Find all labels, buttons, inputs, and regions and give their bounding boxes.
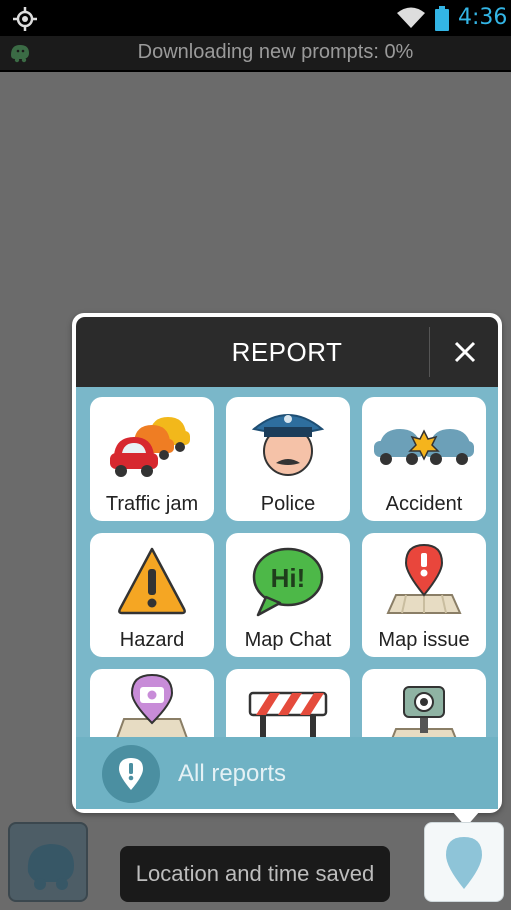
map-issue-icon xyxy=(386,543,462,614)
accident-icon xyxy=(374,429,474,465)
svg-text:Hi!: Hi! xyxy=(271,563,306,593)
police-icon xyxy=(251,414,325,476)
report-header: REPORT xyxy=(76,317,498,387)
report-button[interactable] xyxy=(424,822,504,902)
report-pin-icon xyxy=(446,837,482,889)
gps-icon xyxy=(12,6,38,36)
menu-button[interactable] xyxy=(8,822,88,902)
report-grid: Traffic jam Police Accident Hazard Hi! M… xyxy=(76,387,498,737)
tile-accident[interactable]: Accident xyxy=(362,397,486,521)
tile-map-chat[interactable]: Hi! Map Chat xyxy=(226,533,350,657)
tile-label: Traffic jam xyxy=(105,493,199,515)
header-divider xyxy=(429,327,430,377)
notification-text: Downloading new prompts: 0% xyxy=(137,41,414,63)
tile-label: Map Chat xyxy=(244,629,332,651)
tile-speed-camera[interactable] xyxy=(362,669,486,737)
notification-bar: Downloading new prompts: 0% xyxy=(0,36,511,72)
all-reports-icon-circle xyxy=(102,745,160,803)
clock: 4:36 xyxy=(458,5,508,30)
tile-label: Map issue xyxy=(378,629,470,651)
toast-message: Location and time saved xyxy=(120,846,390,902)
map-chat-icon: Hi! xyxy=(252,547,324,617)
traffic-jam-icon xyxy=(110,417,190,477)
tile-camera[interactable] xyxy=(90,669,214,737)
battery-icon xyxy=(434,6,450,36)
status-bar: 4:36 xyxy=(0,0,511,36)
road-closure-icon xyxy=(248,691,328,737)
tile-map-issue[interactable]: Map issue xyxy=(362,533,486,657)
tile-traffic-jam[interactable]: Traffic jam xyxy=(90,397,214,521)
camera-pin-icon xyxy=(116,673,188,737)
wifi-icon xyxy=(396,6,426,34)
tile-label: Accident xyxy=(385,493,463,515)
all-reports-label: All reports xyxy=(178,760,287,787)
tile-label: Hazard xyxy=(119,629,185,651)
tile-hazard[interactable]: Hazard xyxy=(90,533,214,657)
waze-menu-icon xyxy=(27,844,74,890)
report-panel: REPORT Traffic jam Police Accident Hazar… xyxy=(72,313,502,813)
report-pin-icon xyxy=(119,758,143,790)
close-icon xyxy=(454,341,476,363)
hazard-icon xyxy=(118,547,186,615)
all-reports-button[interactable]: All reports xyxy=(76,737,498,809)
tile-road-closure[interactable] xyxy=(226,669,350,737)
toast-text: Location and time saved xyxy=(135,861,375,886)
tile-police[interactable]: Police xyxy=(226,397,350,521)
close-button[interactable] xyxy=(432,317,498,387)
tile-label: Police xyxy=(260,493,316,515)
speed-camera-icon xyxy=(391,686,457,737)
